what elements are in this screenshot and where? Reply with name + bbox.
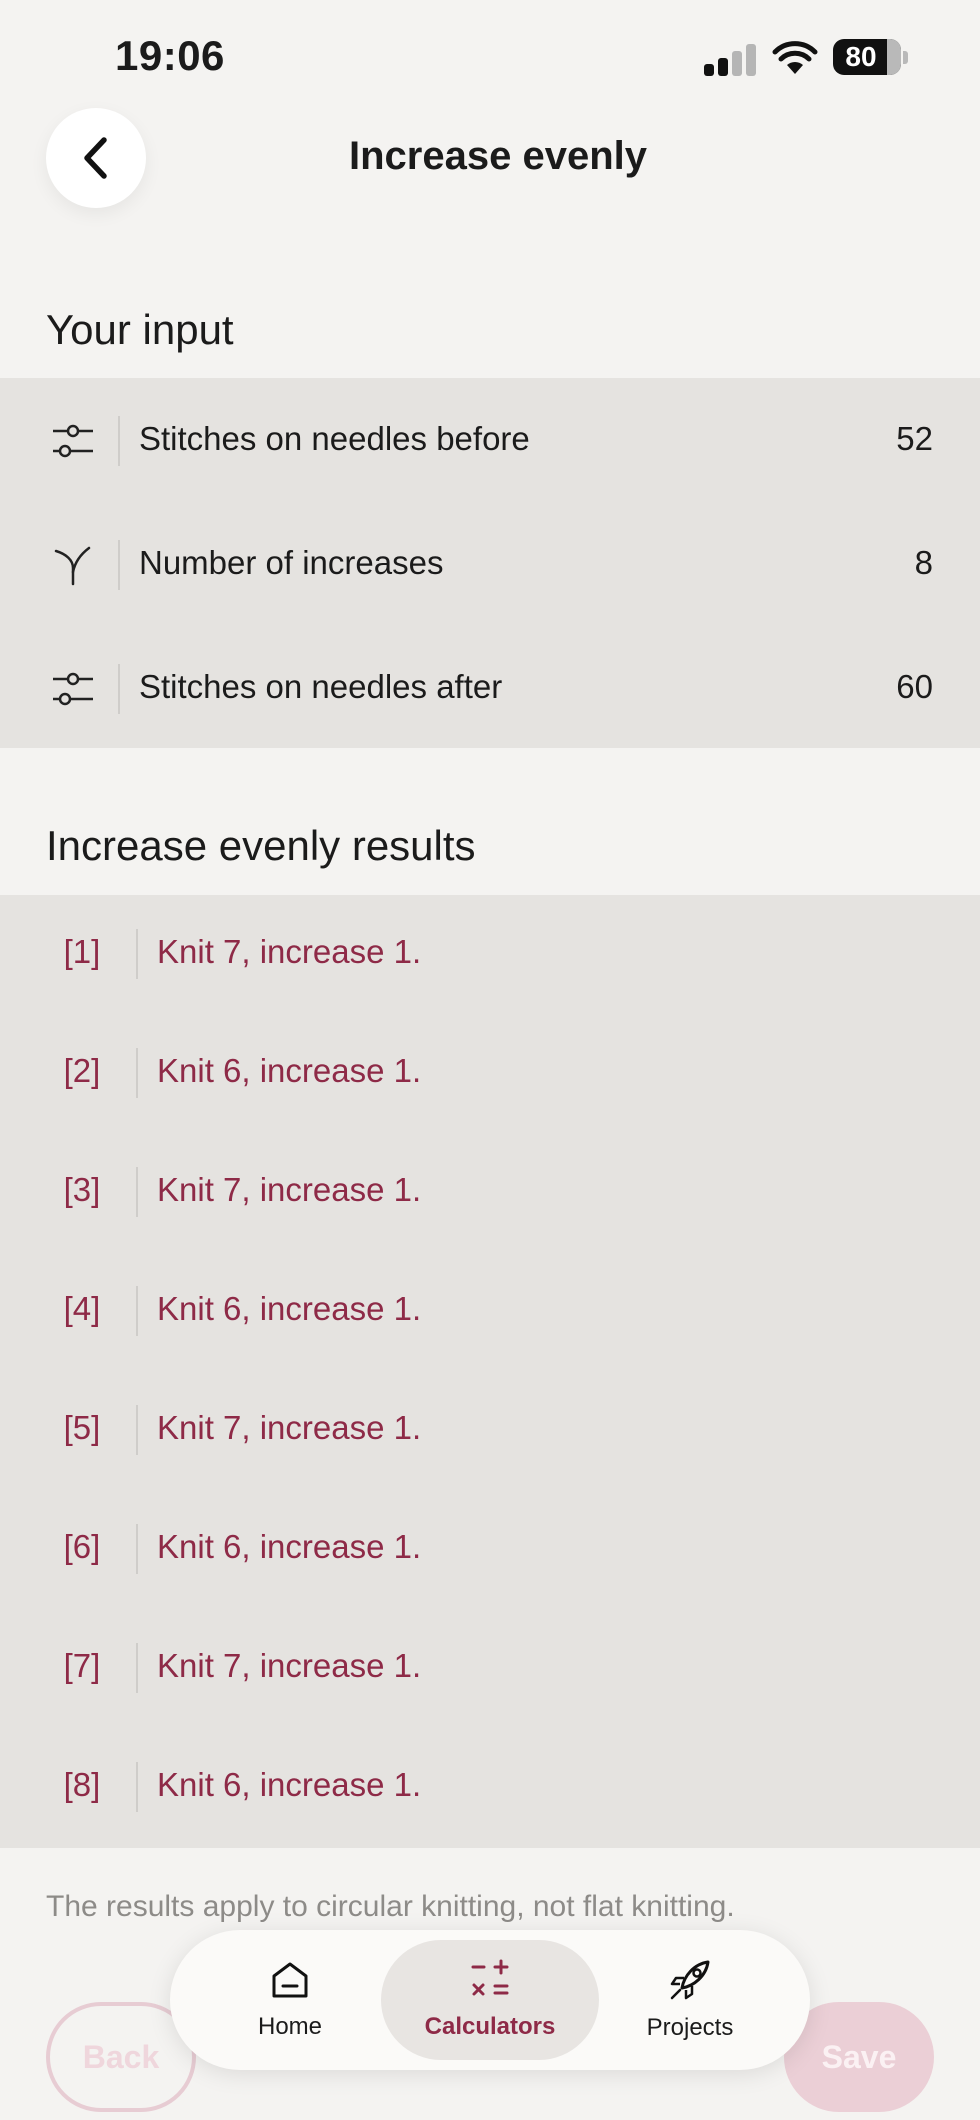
divider (136, 1167, 138, 1217)
result-index: [1] (63, 933, 101, 970)
result-index: [7] (63, 1647, 101, 1684)
divider (136, 1286, 138, 1336)
tab-label: Home (257, 2013, 323, 2040)
result-row: [3] Knit 7, increase 1. (0, 1133, 980, 1252)
result-index: [5] (63, 1409, 101, 1446)
result-text: Knit 7, increase 1. (157, 933, 422, 970)
sliders-icon (53, 424, 93, 458)
tab-label: Projects (646, 2014, 734, 2041)
wifi-icon (772, 41, 818, 74)
tab-bar: Home Calculators Projects (170, 1930, 810, 2070)
rocket-icon (670, 1960, 710, 2000)
input-row-stitches-after[interactable]: Stitches on needles after 60 (0, 626, 980, 750)
result-row: [5] Knit 7, increase 1. (0, 1371, 980, 1490)
result-index: [8] (63, 1766, 101, 1803)
divider (136, 1762, 138, 1812)
results-section-title: Increase evenly results (46, 822, 476, 869)
results-panel: [1] Knit 7, increase 1. [2] Knit 6, incr… (0, 895, 980, 1848)
input-value: 52 (896, 420, 933, 457)
tab-home[interactable]: Home (200, 1940, 380, 2060)
result-row: [6] Knit 6, increase 1. (0, 1490, 980, 1609)
divider (118, 664, 120, 714)
increase-fork-icon (54, 546, 91, 586)
result-row: [8] Knit 6, increase 1. (0, 1728, 980, 1847)
divider (136, 1405, 138, 1455)
result-text: Knit 7, increase 1. (157, 1409, 422, 1446)
divider (136, 1524, 138, 1574)
save-button-label: Save (821, 2038, 897, 2075)
input-label: Stitches on needles after (139, 668, 503, 705)
home-icon (272, 1962, 308, 1998)
input-value: 60 (896, 668, 933, 705)
input-value: 8 (914, 544, 933, 581)
battery-percent: 80 (845, 41, 877, 72)
sliders-icon (53, 672, 93, 706)
input-section-title: Your input (46, 306, 234, 353)
result-row: [4] Knit 6, increase 1. (0, 1252, 980, 1371)
tab-label: Calculators (424, 2013, 556, 2040)
result-index: [3] (63, 1171, 101, 1208)
result-text: Knit 6, increase 1. (157, 1528, 422, 1565)
result-row: [7] Knit 7, increase 1. (0, 1609, 980, 1728)
result-text: Knit 7, increase 1. (157, 1171, 422, 1208)
result-index: [6] (63, 1528, 101, 1565)
result-index: [2] (63, 1052, 101, 1089)
status-time: 19:06 (115, 32, 225, 79)
tab-calculators[interactable]: Calculators (381, 1940, 599, 2060)
footnote: The results apply to circular knitting, … (46, 1890, 735, 1923)
divider (118, 540, 120, 590)
divider (136, 1048, 138, 1098)
cellular-signal-icon (704, 44, 758, 76)
status-bar: 19:06 80 (0, 0, 980, 110)
input-row-number-of-increases[interactable]: Number of increases 8 (0, 502, 980, 626)
divider (136, 929, 138, 979)
result-row: [2] Knit 6, increase 1. (0, 1014, 980, 1133)
divider (136, 1643, 138, 1693)
input-label: Stitches on needles before (139, 420, 530, 457)
result-text: Knit 7, increase 1. (157, 1647, 422, 1684)
input-panel: Stitches on needles before 52 Number of … (0, 378, 980, 748)
result-index: [4] (63, 1290, 101, 1327)
tab-projects[interactable]: Projects (600, 1940, 780, 2060)
calculator-icon (471, 1959, 509, 1996)
battery-tip (903, 51, 908, 64)
result-text: Knit 6, increase 1. (157, 1052, 422, 1089)
page-title: Increase evenly (0, 134, 980, 179)
battery-icon: 80 (833, 39, 901, 75)
input-label: Number of increases (139, 544, 444, 581)
result-row: [1] Knit 7, increase 1. (0, 895, 980, 1014)
page-title-text: Increase evenly (349, 134, 647, 178)
result-text: Knit 6, increase 1. (157, 1766, 422, 1803)
input-row-stitches-before[interactable]: Stitches on needles before 52 (0, 378, 980, 502)
back-button-label: Back (82, 2038, 160, 2075)
result-text: Knit 6, increase 1. (157, 1290, 422, 1327)
divider (118, 416, 120, 466)
